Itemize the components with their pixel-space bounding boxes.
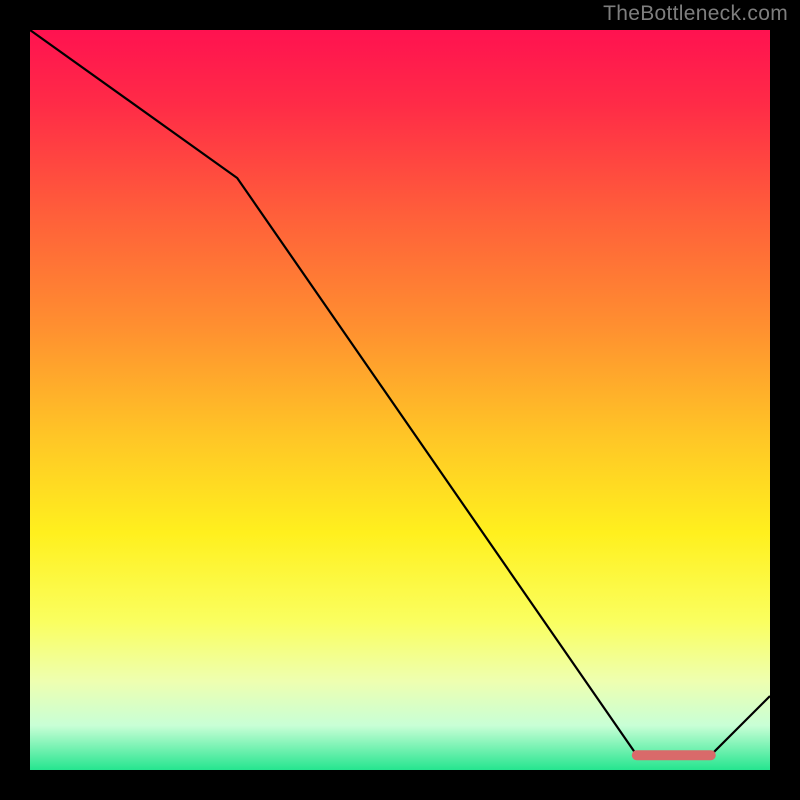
bottleneck-chart (0, 0, 800, 800)
attribution-text: TheBottleneck.com (603, 2, 788, 26)
gradient-background (30, 30, 770, 770)
chart-container: TheBottleneck.com (0, 0, 800, 800)
